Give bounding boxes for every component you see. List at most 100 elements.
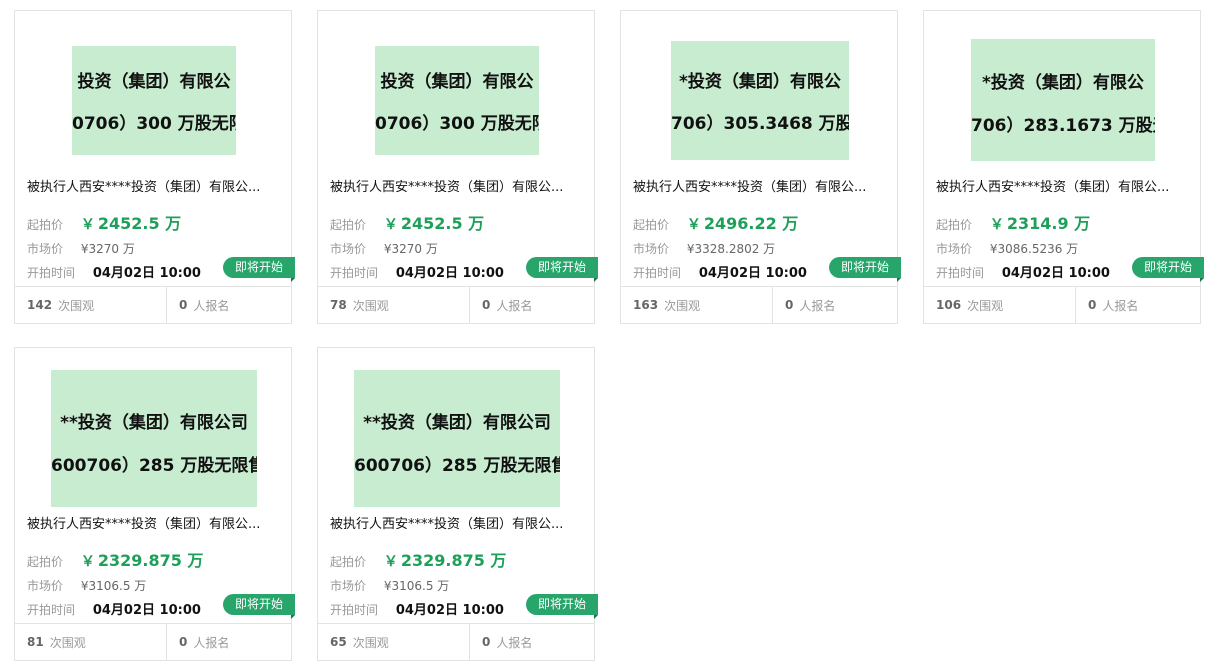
item-title[interactable]: 被执行人西安****投资（集团）有限公...	[330, 513, 585, 532]
status-badge: 即将开始	[525, 594, 599, 619]
views-label: 次围观	[49, 635, 86, 650]
views-count: 65 次围观	[318, 624, 470, 660]
card-footer: 163 次围观 0 人报名	[621, 286, 897, 323]
item-title[interactable]: 被执行人西安****投资（集团）有限公...	[27, 513, 282, 532]
signup-label: 人报名	[799, 298, 836, 313]
start-time-label: 开拍时间	[330, 603, 379, 617]
signup-count: 0 人报名	[470, 287, 532, 323]
thumbnail-text-line: 投资（集团）有限公	[77, 72, 231, 92]
views-label: 次围观	[352, 635, 389, 650]
market-price-row: 市场价 ¥3106.5 万	[27, 577, 146, 594]
start-time-row: 开拍时间 04月02日 10:00	[330, 599, 504, 618]
views-label: 次围观	[967, 298, 1004, 313]
start-time-row: 开拍时间 04月02日 10:00	[633, 262, 807, 281]
start-time-label: 开拍时间	[27, 603, 76, 617]
signup-number: 0	[785, 298, 794, 312]
market-price-label: 市场价	[330, 242, 367, 256]
item-title[interactable]: 被执行人西安****投资（集团）有限公...	[330, 176, 585, 195]
thumbnail-text-line: *投资（集团）有限公	[679, 72, 841, 92]
price-unit: 万	[187, 551, 204, 570]
currency-symbol: ￥	[989, 217, 1004, 233]
signup-number: 0	[179, 298, 188, 312]
status-badge: 即将开始	[525, 257, 599, 282]
start-price-amount: 2452.5	[97, 214, 160, 233]
card-footer: 106 次围观 0 人报名	[924, 286, 1200, 323]
views-label: 次围观	[664, 298, 701, 313]
start-price-row: 起拍价 ￥ 2452.5 万	[330, 210, 484, 234]
item-title[interactable]: 被执行人西安****投资（集团）有限公...	[27, 176, 282, 195]
market-price-value: ¥3106.5 万	[383, 579, 450, 593]
start-time-label: 开拍时间	[633, 266, 682, 280]
price-unit: 万	[165, 214, 182, 233]
start-price-amount: 2314.9	[1006, 214, 1069, 233]
start-time-value: 04月02日 10:00	[698, 266, 807, 281]
signup-label: 人报名	[193, 635, 230, 650]
market-price-label: 市场价	[27, 242, 64, 256]
auction-card[interactable]: *投资（集团）有限公 706）283.1673 万股无限 被执行人西安****投…	[923, 10, 1205, 324]
signup-label: 人报名	[496, 298, 533, 313]
auction-card[interactable]: **投资（集团）有限公司 600706）285 万股无限售 被执行人西安****…	[14, 347, 296, 661]
market-price-value: ¥3106.5 万	[80, 579, 147, 593]
thumbnail-text-line: **投资（集团）有限公司	[60, 413, 248, 433]
start-price-label: 起拍价	[633, 218, 670, 232]
signup-number: 0	[482, 635, 491, 649]
signup-count: 0 人报名	[167, 624, 229, 660]
views-count: 81 次围观	[15, 624, 167, 660]
start-price-row: 起拍价 ￥ 2496.22 万	[633, 210, 798, 234]
start-time-row: 开拍时间 04月02日 10:00	[27, 262, 201, 281]
start-price-row: 起拍价 ￥ 2329.875 万	[330, 547, 506, 571]
auction-card[interactable]: 投资（集团）有限公 0706）300 万股无限 被执行人西安****投资（集团）…	[317, 10, 599, 324]
start-time-label: 开拍时间	[330, 266, 379, 280]
start-time-label: 开拍时间	[27, 266, 76, 280]
item-title[interactable]: 被执行人西安****投资（集团）有限公...	[936, 176, 1191, 195]
item-title[interactable]: 被执行人西安****投资（集团）有限公...	[633, 176, 888, 195]
market-price-value: ¥3270 万	[383, 242, 438, 256]
thumbnail-text-line: 600706）285 万股无限售	[354, 456, 560, 476]
views-count: 142 次围观	[15, 287, 167, 323]
market-price-row: 市场价 ¥3270 万	[330, 240, 438, 257]
market-price-row: 市场价 ¥3086.5236 万	[936, 240, 1078, 257]
auction-card[interactable]: **投资（集团）有限公司 600706）285 万股无限售 被执行人西安****…	[317, 347, 599, 661]
currency-symbol: ￥	[80, 217, 95, 233]
views-number: 65	[330, 635, 347, 649]
market-price-label: 市场价	[633, 242, 670, 256]
start-price-value: ￥ 2452.5 万	[81, 214, 181, 233]
signup-label: 人报名	[1102, 298, 1139, 313]
card-footer: 78 次围观 0 人报名	[318, 286, 594, 323]
card-footer: 142 次围观 0 人报名	[15, 286, 291, 323]
start-price-value: ￥ 2329.875 万	[81, 551, 204, 570]
market-price-value: ¥3086.5236 万	[989, 242, 1079, 256]
item-thumbnail[interactable]: 投资（集团）有限公 0706）300 万股无限	[72, 46, 236, 155]
card-footer: 81 次围观 0 人报名	[15, 623, 291, 660]
item-thumbnail[interactable]: *投资（集团）有限公 706）305.3468 万股无限	[671, 41, 849, 160]
currency-symbol: ￥	[80, 554, 95, 570]
thumbnail-text-line: 706）305.3468 万股无限	[671, 114, 849, 134]
start-time-row: 开拍时间 04月02日 10:00	[330, 262, 504, 281]
views-number: 78	[330, 298, 347, 312]
market-price-label: 市场价	[936, 242, 973, 256]
item-thumbnail[interactable]: **投资（集团）有限公司 600706）285 万股无限售	[354, 370, 560, 507]
auction-card[interactable]: *投资（集团）有限公 706）305.3468 万股无限 被执行人西安****投…	[620, 10, 902, 324]
start-price-label: 起拍价	[936, 218, 973, 232]
start-price-value: ￥ 2329.875 万	[384, 551, 507, 570]
thumbnail-text-line: 0706）300 万股无限	[375, 114, 539, 134]
signup-number: 0	[179, 635, 188, 649]
price-unit: 万	[1074, 214, 1091, 233]
signup-count: 0 人报名	[773, 287, 835, 323]
start-price-amount: 2452.5	[400, 214, 463, 233]
currency-symbol: ￥	[686, 217, 701, 233]
item-thumbnail[interactable]: **投资（集团）有限公司 600706）285 万股无限售	[51, 370, 257, 507]
item-thumbnail[interactable]: *投资（集团）有限公 706）283.1673 万股无限	[971, 39, 1155, 161]
price-unit: 万	[468, 214, 485, 233]
views-number: 142	[27, 298, 53, 312]
auction-card[interactable]: 投资（集团）有限公 0706）300 万股无限 被执行人西安****投资（集团）…	[14, 10, 296, 324]
views-label: 次围观	[352, 298, 389, 313]
market-price-label: 市场价	[330, 579, 367, 593]
signup-label: 人报名	[193, 298, 230, 313]
item-thumbnail[interactable]: 投资（集团）有限公 0706）300 万股无限	[375, 46, 539, 155]
status-badge: 即将开始	[828, 257, 902, 282]
views-label: 次围观	[58, 298, 95, 313]
thumbnail-text-line: *投资（集团）有限公	[982, 73, 1144, 93]
start-price-value: ￥ 2496.22 万	[687, 214, 798, 233]
start-time-label: 开拍时间	[936, 266, 985, 280]
